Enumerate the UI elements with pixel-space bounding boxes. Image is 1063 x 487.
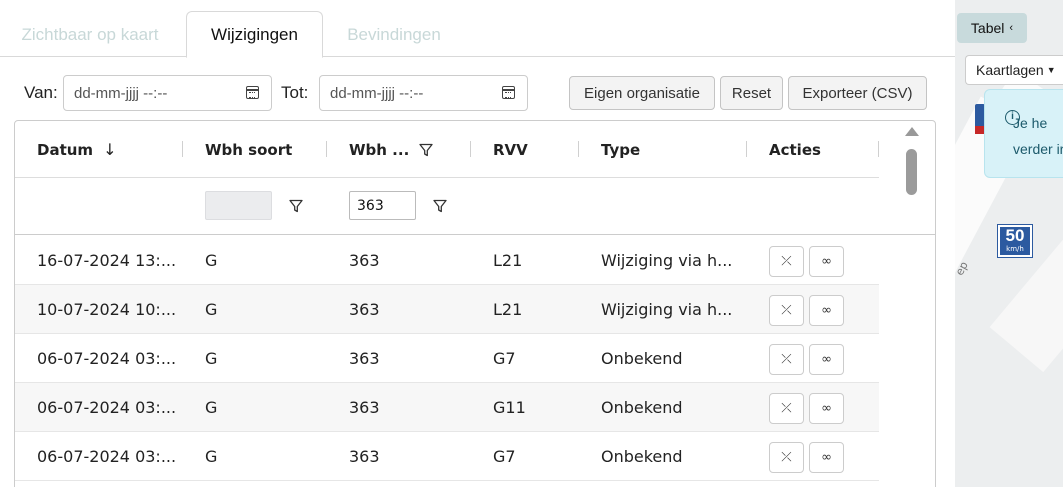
tab-bar: Zichtbaar op kaart Wijzigingen Bevinding… <box>0 0 955 58</box>
cell-rvv: G7 <box>493 349 516 368</box>
column-header-type[interactable]: Type <box>601 121 640 178</box>
eigen-organisatie-button[interactable]: Eigen organisatie <box>569 76 715 110</box>
cell-type: Onbekend <box>601 447 683 466</box>
cell-datum: 06-07-2024 03:... <box>37 349 177 368</box>
cell-rvv: G7 <box>493 447 516 466</box>
wbh-filter-input[interactable]: 363 <box>349 191 416 220</box>
chevron-left-icon: ‹ <box>1009 22 1014 34</box>
cell-wbh: 363 <box>349 447 380 466</box>
cell-wbh: 363 <box>349 349 380 368</box>
kaartlagen-dropdown[interactable]: Kaartlagen ▼ <box>965 55 1063 85</box>
column-header-label: Wbh ... <box>349 140 410 159</box>
filter-bar: Van: dd-mm-jjjj --:-- Tot: dd-mm-jjjj --… <box>0 75 955 111</box>
glasses-icon[interactable]: ∞ <box>809 295 844 326</box>
table-row[interactable]: 10-07-2024 10:... G 363 L21 Wijziging vi… <box>15 285 879 334</box>
column-filter-row: 363 <box>15 178 935 235</box>
tabel-label: Tabel <box>970 20 1005 36</box>
sort-arrow-down-icon[interactable]: ↓ <box>103 140 116 159</box>
kaartlagen-label: Kaartlagen <box>976 62 1044 78</box>
glasses-icon[interactable]: ∞ <box>809 344 844 375</box>
cell-wbh: 363 <box>349 398 380 417</box>
speed-sign-value: 50 <box>1005 226 1025 245</box>
calendar-icon[interactable] <box>246 86 259 99</box>
van-datetime-input[interactable]: dd-mm-jjjj --:-- <box>63 75 272 111</box>
table-row[interactable]: 06-07-2024 03:... G 363 G7 Onbekend ⤫ ∞ <box>15 334 879 383</box>
filter-icon[interactable] <box>433 199 447 213</box>
cell-type: Onbekend <box>601 398 683 417</box>
cell-wbh: 363 <box>349 251 380 270</box>
cell-datum: 06-07-2024 03:... <box>37 398 177 417</box>
side-panel: Zichtbaar op kaart Wijzigingen Bevinding… <box>0 0 955 487</box>
cell-wbh-soort: G <box>205 447 218 466</box>
column-separator[interactable] <box>182 141 183 157</box>
cell-type: Wijziging via h... <box>601 251 733 270</box>
speed-limit-sign-marker[interactable]: 50 km/h <box>997 224 1033 258</box>
table-scrollbar[interactable] <box>905 127 919 387</box>
collapse-icon[interactable]: ⤫ <box>769 344 804 375</box>
cell-rvv: L21 <box>493 251 523 270</box>
reset-button[interactable]: Reset <box>720 76 783 110</box>
tot-label: Tot: <box>281 83 309 102</box>
glasses-icon[interactable]: ∞ <box>809 442 844 473</box>
van-datetime-value: dd-mm-jjjj --:-- <box>74 84 168 102</box>
scroll-up-arrow-icon[interactable] <box>905 127 919 136</box>
collapse-icon[interactable]: ⤫ <box>769 246 804 277</box>
info-alert: i Je he verder ir <box>984 89 1063 178</box>
map-street-label: ep <box>955 259 971 278</box>
cell-wbh-soort: G <box>205 349 218 368</box>
changes-table: Datum ↓ Wbh soort Wbh ... RVV Type Actie… <box>14 120 936 487</box>
speed-sign-unit: km/h <box>1006 245 1024 253</box>
column-header-acties: Acties <box>769 140 821 159</box>
column-separator[interactable] <box>470 141 471 157</box>
exporteer-csv-button[interactable]: Exporteer (CSV) <box>788 76 927 110</box>
tot-datetime-value: dd-mm-jjjj --:-- <box>330 84 424 102</box>
cell-wbh-soort: G <box>205 398 218 417</box>
calendar-icon[interactable] <box>502 86 515 99</box>
tab-wijzigingen[interactable]: Wijzigingen <box>186 11 323 58</box>
wbh-soort-filter-input[interactable] <box>205 191 272 220</box>
table-header: Datum ↓ Wbh soort Wbh ... RVV Type Actie… <box>15 121 879 178</box>
column-header-wbh[interactable]: Wbh ... <box>349 121 433 178</box>
info-text-line2: verder ir <box>1013 141 1063 157</box>
cell-rvv: G11 <box>493 398 526 417</box>
filter-active-icon[interactable] <box>419 143 433 157</box>
cell-datum: 10-07-2024 10:... <box>37 300 177 319</box>
caret-down-icon: ▼ <box>1046 65 1056 75</box>
table-row[interactable]: 06-07-2024 03:... G 363 G7 Onbekend ⤫ ∞ <box>15 432 879 481</box>
table-row[interactable]: 06-07-2024 03:... G 363 G11 Onbekend ⤫ ∞ <box>15 383 879 432</box>
cell-wbh-soort: G <box>205 251 218 270</box>
cell-wbh: 363 <box>349 300 380 319</box>
collapse-icon[interactable]: ⤫ <box>769 393 804 424</box>
collapse-icon[interactable]: ⤫ <box>769 295 804 326</box>
cell-type: Onbekend <box>601 349 683 368</box>
tab-zichtbaar-op-kaart[interactable]: Zichtbaar op kaart <box>0 11 180 58</box>
collapse-icon[interactable]: ⤫ <box>769 442 804 473</box>
tab-bevindingen[interactable]: Bevindingen <box>330 11 458 58</box>
column-separator[interactable] <box>878 141 879 157</box>
cell-type: Wijziging via h... <box>601 300 733 319</box>
cell-datum: 06-07-2024 03:... <box>37 447 177 466</box>
info-text-line1: Je he <box>1013 115 1048 131</box>
column-separator[interactable] <box>578 141 579 157</box>
column-header-datum[interactable]: Datum ↓ <box>37 121 116 178</box>
table-row[interactable]: 16-07-2024 13:... G 363 L21 Wijziging vi… <box>15 236 879 285</box>
scroll-thumb[interactable] <box>906 149 917 195</box>
tabel-toggle-button[interactable]: Tabel ‹ <box>957 13 1027 43</box>
cell-wbh-soort: G <box>205 300 218 319</box>
tot-datetime-input[interactable]: dd-mm-jjjj --:-- <box>319 75 528 111</box>
glasses-icon[interactable]: ∞ <box>809 393 844 424</box>
column-separator[interactable] <box>326 141 327 157</box>
info-icon: i <box>1005 110 1020 125</box>
column-header-label: Datum <box>37 140 94 159</box>
column-header-wbh-soort[interactable]: Wbh soort <box>205 121 292 178</box>
column-header-rvv[interactable]: RVV <box>493 121 528 178</box>
van-label: Van: <box>24 83 58 102</box>
column-separator[interactable] <box>746 141 747 157</box>
cell-datum: 16-07-2024 13:... <box>37 251 177 270</box>
cell-rvv: L21 <box>493 300 523 319</box>
filter-icon[interactable] <box>289 199 303 213</box>
glasses-icon[interactable]: ∞ <box>809 246 844 277</box>
